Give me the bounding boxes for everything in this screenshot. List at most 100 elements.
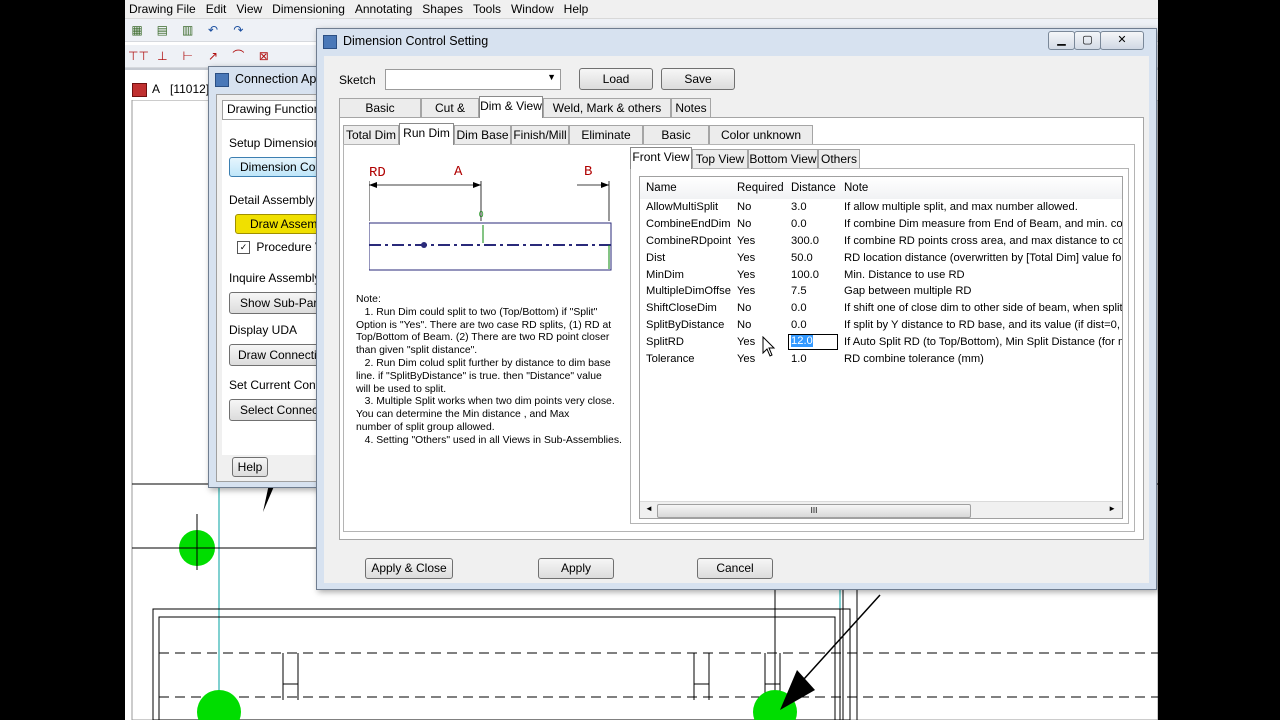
table-cell[interactable]: CombineRDpoint: [640, 233, 731, 250]
settings-grid[interactable]: Name Required Distance Note AllowMultiSp…: [639, 176, 1123, 519]
table-row[interactable]: Tolerance Yes 1.0 RD combine tolerance (mm): [640, 350, 1122, 367]
close-button[interactable]: ✕: [1100, 31, 1144, 50]
tab-others[interactable]: Others: [818, 149, 860, 168]
table-cell[interactable]: If Auto Split RD (to Top/Bottom), Min Sp…: [838, 333, 1122, 350]
tab-basic-elements[interactable]: Basic Elements: [339, 98, 421, 133]
tab-finish-mill[interactable]: Finish/Mill: [511, 125, 569, 144]
menu-window[interactable]: Window: [507, 0, 560, 16]
table-cell[interactable]: Min. Distance to use RD: [838, 266, 1122, 283]
table-cell[interactable]: Yes: [731, 333, 785, 350]
menu-view[interactable]: View: [232, 0, 268, 16]
load-button[interactable]: Load: [579, 68, 653, 90]
sketch-dropdown[interactable]: ▼: [385, 69, 561, 90]
tab-run-dim[interactable]: Run Dim: [399, 123, 454, 145]
tab-top-view[interactable]: Top View: [692, 149, 748, 168]
col-header-name[interactable]: Name: [640, 177, 731, 199]
table-cell[interactable]: 0.0: [785, 300, 838, 317]
tab-total-dim[interactable]: Total Dim: [343, 125, 399, 144]
dim-radius-icon[interactable]: ⌒: [229, 47, 247, 65]
cancel-button[interactable]: Cancel: [697, 558, 773, 579]
help-button[interactable]: Help: [232, 457, 268, 477]
col-header-distance[interactable]: Distance: [785, 177, 838, 199]
table-cell[interactable]: Dist: [640, 249, 731, 266]
table-row[interactable]: CombineEndDim No 0.0 If combine Dim measure…: [640, 216, 1122, 233]
menu-drawing-file[interactable]: Drawing File: [125, 0, 202, 16]
table-cell[interactable]: SplitByDistance: [640, 317, 731, 334]
scroll-left-icon[interactable]: ◄: [645, 504, 653, 513]
redo-icon[interactable]: ↷: [229, 21, 247, 39]
menu-help[interactable]: Help: [560, 0, 595, 16]
menu-dimensioning[interactable]: Dimensioning: [268, 0, 351, 16]
table-cell[interactable]: AllowMultiSplit: [640, 199, 731, 216]
table-cell[interactable]: 1.0: [785, 350, 838, 367]
menu-edit[interactable]: Edit: [202, 0, 233, 16]
table-row[interactable]: Dist Yes 50.0 RD location distance (overwri…: [640, 249, 1122, 266]
table-cell[interactable]: 7.5: [785, 283, 838, 300]
table-cell[interactable]: If shift one of close dim to other side …: [838, 300, 1122, 317]
col-header-required[interactable]: Required: [731, 177, 785, 199]
dim-horizontal-icon[interactable]: ⊤⊤: [128, 47, 149, 65]
tab-color-unknown-part[interactable]: Color unknown part: [709, 125, 813, 160]
table-cell[interactable]: RD location distance (overwritten by [To…: [838, 249, 1122, 266]
table-cell[interactable]: 12.0: [785, 333, 838, 350]
apply-button[interactable]: Apply: [538, 558, 614, 579]
table-cell[interactable]: 0.0: [785, 216, 838, 233]
table-cell[interactable]: RD combine tolerance (mm): [838, 350, 1122, 367]
table-cell[interactable]: If allow multiple split, and max number …: [838, 199, 1122, 216]
table-row[interactable]: MinDim Yes 100.0 Min. Distance to use RD: [640, 266, 1122, 283]
table-cell[interactable]: Yes: [731, 350, 785, 367]
table-cell[interactable]: SplitRD: [640, 333, 731, 350]
table-row[interactable]: MultipleDimOffset Yes 7.5 Gap between multi…: [640, 283, 1122, 300]
tab-bottom-view[interactable]: Bottom View: [748, 149, 818, 168]
tab-dim-view[interactable]: Dim & View: [479, 96, 543, 118]
dim-aligned-icon[interactable]: ⊢: [179, 47, 197, 65]
col-header-note[interactable]: Note: [838, 177, 1122, 199]
table-cell[interactable]: Yes: [731, 233, 785, 250]
table-cell[interactable]: No: [731, 300, 785, 317]
table-row[interactable]: CombineRDpoint Yes 300.0 If combine RD poin…: [640, 233, 1122, 250]
dialog-titlebar[interactable]: Dimension Control Setting ▁ ▢ ✕: [317, 29, 1156, 55]
dim-angle-icon[interactable]: ↗: [204, 47, 222, 65]
horizontal-scrollbar[interactable]: ◄ III ►: [640, 501, 1122, 518]
tab-weld-mark[interactable]: Weld, Mark & others: [543, 98, 671, 117]
table-cell[interactable]: Yes: [731, 266, 785, 283]
table-cell[interactable]: 0.0: [785, 317, 838, 334]
tab-eliminate-dim[interactable]: Eliminate Dim: [569, 125, 643, 160]
tab-dim-base[interactable]: Dim Base: [454, 125, 511, 144]
table-cell[interactable]: CombineEndDim: [640, 216, 731, 233]
menu-shapes[interactable]: Shapes: [418, 0, 469, 16]
table-cell[interactable]: 300.0: [785, 233, 838, 250]
table-cell[interactable]: 100.0: [785, 266, 838, 283]
tab-cut-prep[interactable]: Cut & Prep: [421, 98, 479, 133]
table-row[interactable]: SplitByDistance No 0.0 If split by Y distan…: [640, 317, 1122, 334]
table-cell[interactable]: ShiftCloseDim: [640, 300, 731, 317]
menu-tools[interactable]: Tools: [469, 0, 507, 16]
save-icon[interactable]: ▥: [179, 21, 197, 39]
table-row[interactable]: SplitRD Yes 12.0 If Auto Split RD (to Top/B…: [640, 333, 1122, 350]
table-cell[interactable]: If combine Dim measure from End of Beam,…: [838, 216, 1122, 233]
open-icon[interactable]: ▤: [153, 21, 171, 39]
table-row[interactable]: AllowMultiSplit No 3.0 If allow multiple sp…: [640, 199, 1122, 216]
table-row[interactable]: ShiftCloseDim No 0.0 If shift one of close …: [640, 300, 1122, 317]
dim-run-icon[interactable]: ⊠: [255, 47, 273, 65]
table-cell[interactable]: 50.0: [785, 249, 838, 266]
new-icon[interactable]: ▦: [128, 21, 146, 39]
table-cell[interactable]: If combine RD points cross area, and max…: [838, 233, 1122, 250]
table-cell[interactable]: Yes: [731, 249, 785, 266]
minimize-button[interactable]: ▁: [1048, 31, 1075, 50]
maximize-button[interactable]: ▢: [1074, 31, 1101, 50]
tab-front-view[interactable]: Front View: [630, 147, 692, 169]
table-cell[interactable]: Tolerance: [640, 350, 731, 367]
table-cell[interactable]: No: [731, 199, 785, 216]
table-cell[interactable]: 3.0: [785, 199, 838, 216]
distance-edit-cell[interactable]: 12.0: [788, 333, 838, 350]
undo-icon[interactable]: ↶: [204, 21, 222, 39]
tab-notes[interactable]: Notes: [671, 98, 711, 117]
table-cell[interactable]: Yes: [731, 283, 785, 300]
procedure-checkbox[interactable]: ✓ Procedure V: [237, 240, 323, 255]
scroll-right-icon[interactable]: ►: [1108, 504, 1116, 513]
menu-annotating[interactable]: Annotating: [351, 0, 418, 16]
save-button[interactable]: Save: [661, 68, 735, 90]
scroll-thumb[interactable]: III: [657, 504, 971, 518]
table-cell[interactable]: Gap between multiple RD: [838, 283, 1122, 300]
